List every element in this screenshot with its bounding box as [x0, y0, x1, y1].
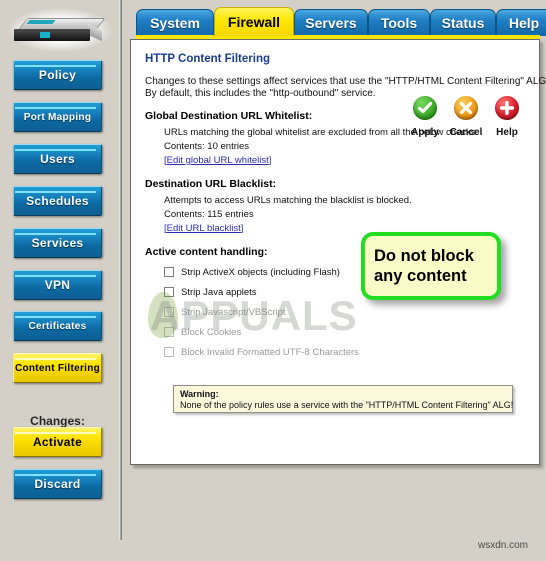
discard-button-label: Discard: [34, 477, 81, 491]
checkbox-row-block-cookies: Block Cookies: [164, 325, 241, 339]
tab-system[interactable]: System: [136, 9, 214, 36]
checkbox-row-strip-java-applets[interactable]: Strip Java applets: [164, 285, 257, 299]
blacklist-description: Attempts to access URLs matching the bla…: [164, 195, 412, 206]
warning-title: Warning:: [180, 389, 219, 399]
sidebar-item-label: VPN: [44, 278, 71, 292]
checkbox-icon: [164, 307, 174, 317]
page-title: HTTP Content Filtering: [145, 53, 271, 65]
tab-firewall[interactable]: Firewall: [214, 7, 294, 36]
callout-line-1: Do not block: [374, 247, 474, 265]
tab-help[interactable]: Help: [496, 9, 546, 36]
link-text: Edit global URL whitelist: [166, 155, 269, 166]
apply-button[interactable]: Apply: [406, 96, 444, 140]
checkbox-icon[interactable]: [164, 287, 174, 297]
warning-box: Warning: None of the policy rules use a …: [173, 385, 513, 413]
link-bracket-close: ]: [268, 155, 272, 166]
sidebar-item-users[interactable]: Users: [13, 144, 102, 174]
whitelist-heading: Global Destination URL Whitelist:: [145, 110, 313, 122]
sidebar-item-label: Users: [40, 152, 75, 166]
checkbox-label: Block Cookies: [181, 326, 242, 338]
cancel-button[interactable]: Cancel: [447, 96, 485, 140]
device-accent-stripe: [26, 20, 56, 24]
intro-line-1: Changes to these settings affect service…: [145, 76, 546, 87]
sidebar-item-label: Services: [31, 236, 84, 250]
sidebar-item-label: Certificates: [28, 320, 87, 332]
sidebar-item-services[interactable]: Services: [13, 228, 102, 258]
checkbox-row-strip-activex[interactable]: Strip ActiveX objects (including Flash): [164, 265, 340, 279]
sidebar-item-content-filtering[interactable]: Content Filtering: [13, 353, 102, 383]
sidebar-item-vpn[interactable]: VPN: [13, 270, 102, 300]
app-window: Policy Port Mapping Users Schedules Serv…: [0, 0, 546, 561]
checkbox-icon[interactable]: [164, 267, 174, 277]
checkbox-label: Block Invalid Formatted UTF-8 Characters: [181, 346, 359, 358]
tab-label: System: [150, 15, 200, 31]
sidebar-item-label: Policy: [38, 68, 77, 82]
checkbox-label: Strip Javascript/VBScript: [181, 306, 286, 318]
discard-button[interactable]: Discard: [13, 469, 102, 499]
help-button[interactable]: Help: [488, 96, 526, 140]
blacklist-heading: Destination URL Blacklist:: [145, 178, 277, 190]
checkbox-icon: [164, 327, 174, 337]
tab-underline: [136, 35, 540, 39]
checkbox-row-block-invalid-utf8: Block Invalid Formatted UTF-8 Characters: [164, 345, 359, 359]
sidebar-item-schedules[interactable]: Schedules: [13, 186, 102, 216]
tab-label: Status: [441, 15, 485, 31]
activate-button-label: Activate: [32, 435, 83, 449]
router-device-photo: [8, 8, 112, 52]
tab-label: Tools: [380, 15, 418, 31]
sidebar-item-label: Port Mapping: [23, 111, 92, 123]
warning-text: None of the policy rules use a service w…: [180, 400, 514, 410]
callout-line-2: any content: [374, 267, 467, 285]
activate-button[interactable]: Activate: [13, 427, 102, 457]
sidebar-item-label: Content Filtering: [14, 362, 101, 374]
sidebar-item-certificates[interactable]: Certificates: [13, 311, 102, 341]
x-circle-icon: [454, 96, 478, 120]
device-front-face: [14, 29, 90, 41]
checkbox-row-strip-javascript-vbscript: Strip Javascript/VBScript: [164, 305, 286, 319]
link-text: Edit URL blacklist: [166, 223, 241, 234]
tab-tools[interactable]: Tools: [368, 9, 430, 36]
edit-global-url-whitelist-link[interactable]: [Edit global URL whitelist]: [164, 155, 271, 166]
sidebar-item-port-mapping[interactable]: Port Mapping: [13, 102, 102, 132]
apply-button-label: Apply: [411, 127, 439, 138]
sidebar-item-label: Schedules: [26, 194, 89, 208]
checkbox-label: Strip Java applets: [181, 286, 257, 298]
device-led-panel: [40, 32, 50, 38]
tab-servers[interactable]: Servers: [294, 9, 368, 36]
tab-label: Servers: [305, 15, 357, 31]
blacklist-contents: Contents: 115 entries: [164, 209, 254, 220]
whitelist-contents: Contents: 10 entries: [164, 141, 250, 152]
sidebar-item-policy[interactable]: Policy: [13, 60, 102, 90]
sidebar: Policy Port Mapping Users Schedules Serv…: [0, 0, 119, 561]
action-bar: Apply Cancel Help: [406, 96, 526, 144]
callout-text: Do not block any content: [374, 246, 474, 286]
sidebar-divider: [119, 0, 122, 540]
help-button-label: Help: [496, 127, 518, 138]
footer-watermark: wsxdn.com: [478, 540, 529, 551]
active-content-heading: Active content handling:: [145, 246, 268, 258]
annotation-callout: Do not block any content: [361, 232, 501, 300]
link-bracket-close: ]: [240, 223, 244, 234]
intro-line-2: By default, this includes the "http-outb…: [145, 88, 376, 99]
checkbox-icon: [164, 347, 174, 357]
edit-url-blacklist-link[interactable]: [Edit URL blacklist]: [164, 223, 243, 234]
plus-circle-icon: [495, 96, 519, 120]
tab-status[interactable]: Status: [430, 9, 496, 36]
checkbox-label: Strip ActiveX objects (including Flash): [181, 266, 340, 278]
changes-label: Changes:: [30, 414, 85, 428]
tab-label: Firewall: [227, 14, 281, 30]
tab-bar: System Firewall Servers Tools Status Hel…: [136, 6, 546, 36]
tab-label: Help: [508, 15, 540, 31]
check-circle-icon: [413, 96, 437, 120]
cancel-button-label: Cancel: [449, 127, 483, 138]
